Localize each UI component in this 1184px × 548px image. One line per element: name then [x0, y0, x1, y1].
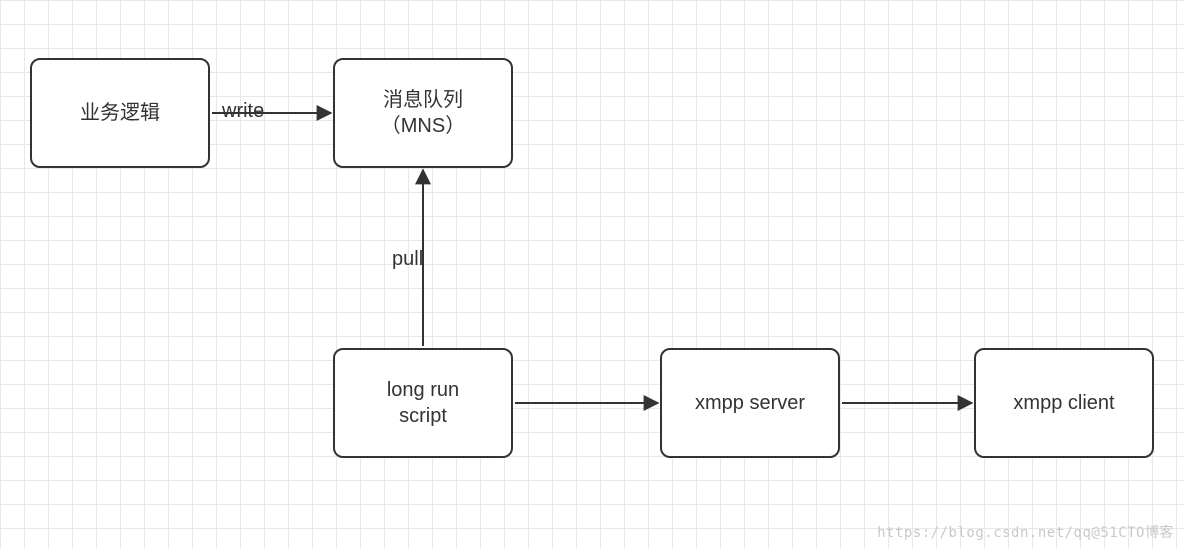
node-business-logic: 业务逻辑: [30, 58, 210, 168]
node-long-run-script: long run script: [333, 348, 513, 458]
node-label: xmpp server: [695, 390, 805, 416]
node-message-queue: 消息队列 （MNS）: [333, 58, 513, 168]
node-label: long run script: [387, 377, 459, 429]
node-xmpp-server: xmpp server: [660, 348, 840, 458]
node-label: 业务逻辑: [80, 100, 160, 126]
node-label: xmpp client: [1013, 390, 1114, 416]
edge-label-write: write: [222, 100, 264, 123]
edge-label-pull: pull: [392, 248, 423, 271]
diagram-canvas: 业务逻辑 消息队列 （MNS） long run script xmpp ser…: [0, 0, 1184, 548]
watermark-text: https://blog.csdn.net/qq@51CTO博客: [877, 522, 1174, 542]
node-xmpp-client: xmpp client: [974, 348, 1154, 458]
node-label: 消息队列 （MNS）: [381, 87, 465, 139]
